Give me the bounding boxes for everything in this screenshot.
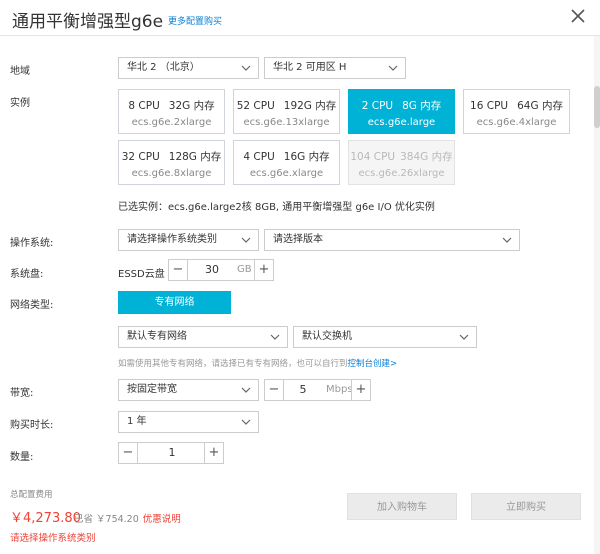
- disk-label: 系统盘:: [10, 269, 44, 280]
- bandwidth-mode-select[interactable]: 按固定带宽: [118, 379, 259, 401]
- card-cpu: 32 CPU: [121, 151, 160, 163]
- card-type: ecs.g6e.8xlarge: [131, 168, 212, 179]
- card-cpu: 52 CPU: [236, 100, 275, 112]
- total-price: ￥4,273.80: [10, 511, 81, 526]
- vswitch-select-value: 默认交换机: [302, 331, 352, 342]
- instance-card-disabled: 104 CPU 384G 内存 ecs.g6e.26xlarge: [348, 140, 455, 185]
- chevron-down-icon: [459, 334, 469, 340]
- disk-size-value[interactable]: 30: [189, 260, 235, 280]
- zone-select-value: 华北 2 可用区 H: [273, 62, 347, 73]
- card-type: ecs.g6e.4xlarge: [476, 117, 557, 128]
- bandwidth-increment-button[interactable]: +: [351, 380, 370, 400]
- quantity-value[interactable]: 1: [139, 443, 205, 463]
- bandwidth-mode-value: 按固定带宽: [127, 384, 177, 395]
- card-mem: 128G 内存: [168, 151, 222, 163]
- console-create-link[interactable]: 控制台创建>: [348, 359, 398, 369]
- network-hint: 如需使用其他专有网络，请选择已有专有网络，也可以自行到控制台创建>: [118, 357, 397, 369]
- duration-select[interactable]: 1 年: [118, 411, 259, 433]
- chevron-down-icon: [388, 65, 398, 71]
- instance-card[interactable]: 32 CPU 128G 内存 ecs.g6e.8xlarge: [118, 140, 225, 185]
- dialog-header: 通用平衡增强型g6e 更多配置购买: [0, 0, 600, 36]
- add-to-cart-button[interactable]: 加入购物车: [347, 493, 457, 520]
- disk-size-unit: GB: [237, 264, 252, 275]
- card-mem: 384G 内存: [400, 151, 453, 163]
- chevron-down-icon: [241, 419, 251, 425]
- card-cpu: 104 CPU: [350, 151, 396, 163]
- instance-label: 实例: [10, 98, 30, 109]
- card-mem: 8G 内存: [402, 100, 442, 112]
- promo-info-link[interactable]: 优惠说明: [143, 514, 181, 525]
- chevron-down-icon: [502, 237, 512, 243]
- bandwidth-unit: Mbps: [326, 384, 353, 395]
- vpc-select-value: 默认专有网络: [127, 331, 187, 342]
- vswitch-select[interactable]: 默认交换机: [293, 326, 477, 348]
- quantity-stepper[interactable]: − 1 +: [118, 442, 224, 464]
- bandwidth-value[interactable]: 5: [285, 380, 321, 400]
- os-type-select[interactable]: 请选择操作系统类别: [118, 229, 259, 251]
- total-cost-label: 总配置费用: [10, 490, 53, 500]
- zone-select[interactable]: 华北 2 可用区 H: [264, 57, 406, 79]
- saved-text: 已省 ￥754.20: [74, 514, 139, 525]
- disk-decrement-button[interactable]: −: [169, 260, 188, 280]
- card-type: ecs.g6e.large: [367, 117, 436, 128]
- card-mem: 64G 内存: [517, 100, 563, 112]
- quantity-increment-button[interactable]: +: [204, 443, 223, 463]
- bandwidth-label: 带宽:: [10, 388, 34, 399]
- os-version-select[interactable]: 请选择版本: [264, 229, 520, 251]
- disk-increment-button[interactable]: +: [254, 260, 273, 280]
- quantity-decrement-button[interactable]: −: [119, 443, 138, 463]
- region-select-value: 华北 2 （北京）: [127, 62, 200, 73]
- quantity-label: 数量:: [10, 452, 34, 463]
- selected-instance-summary: 已选实例：ecs.g6e.large2核 8GB, 通用平衡增强型 g6e I/…: [118, 202, 435, 213]
- region-label: 地域: [10, 66, 30, 77]
- instance-card[interactable]: 16 CPU 64G 内存 ecs.g6e.4xlarge: [463, 89, 570, 134]
- saved-amount: 已省 ￥754.20 优惠说明: [74, 511, 181, 525]
- bandwidth-stepper[interactable]: − 5 Mbps +: [264, 379, 371, 401]
- more-config-link[interactable]: 更多配置购买: [168, 14, 222, 27]
- card-mem: 32G 内存: [168, 100, 215, 112]
- duration-label: 购买时长:: [10, 420, 54, 431]
- card-type: ecs.g6e.26xlarge: [358, 168, 445, 179]
- duration-select-value: 1 年: [127, 416, 147, 427]
- card-type: ecs.g6e.xlarge: [249, 168, 324, 179]
- os-version-value: 请选择版本: [273, 234, 323, 245]
- card-cpu: 2 CPU: [361, 100, 394, 112]
- network-label: 网络类型:: [10, 300, 54, 311]
- os-type-value: 请选择操作系统类别: [127, 234, 217, 245]
- os-label: 操作系统:: [10, 238, 54, 249]
- buy-now-button[interactable]: 立即购买: [471, 493, 581, 520]
- card-mem: 192G 内存: [283, 100, 337, 112]
- instance-card-selected[interactable]: 2 CPU 8G 内存 ecs.g6e.large: [348, 89, 455, 134]
- chevron-down-icon: [241, 387, 251, 393]
- instance-card[interactable]: 4 CPU 16G 内存 ecs.g6e.xlarge: [233, 140, 340, 185]
- disk-type: ESSD云盘: [118, 269, 165, 280]
- bandwidth-decrement-button[interactable]: −: [265, 380, 284, 400]
- region-select[interactable]: 华北 2 （北京）: [118, 57, 259, 79]
- page-title: 通用平衡增强型g6e: [12, 12, 164, 32]
- card-type: ecs.g6e.13xlarge: [243, 117, 330, 128]
- chevron-down-icon: [270, 334, 280, 340]
- card-cpu: 16 CPU: [470, 100, 509, 112]
- vpc-select[interactable]: 默认专有网络: [118, 326, 288, 348]
- card-mem: 16G 内存: [283, 151, 330, 163]
- close-icon[interactable]: [570, 8, 586, 24]
- chevron-down-icon: [241, 237, 251, 243]
- vpc-network-button[interactable]: 专有网络: [118, 291, 231, 314]
- instance-card[interactable]: 8 CPU 32G 内存 ecs.g6e.2xlarge: [118, 89, 225, 134]
- os-warning: 请选择操作系统类别: [10, 533, 96, 544]
- chevron-down-icon: [241, 65, 251, 71]
- card-cpu: 8 CPU: [128, 100, 160, 112]
- scrollbar-thumb[interactable]: [594, 86, 600, 128]
- instance-card[interactable]: 52 CPU 192G 内存 ecs.g6e.13xlarge: [233, 89, 340, 134]
- disk-size-stepper[interactable]: − 30 GB +: [168, 259, 274, 281]
- card-type: ecs.g6e.2xlarge: [131, 117, 212, 128]
- card-cpu: 4 CPU: [243, 151, 275, 163]
- network-hint-text: 如需使用其他专有网络，请选择已有专有网络，也可以自行到: [118, 359, 348, 369]
